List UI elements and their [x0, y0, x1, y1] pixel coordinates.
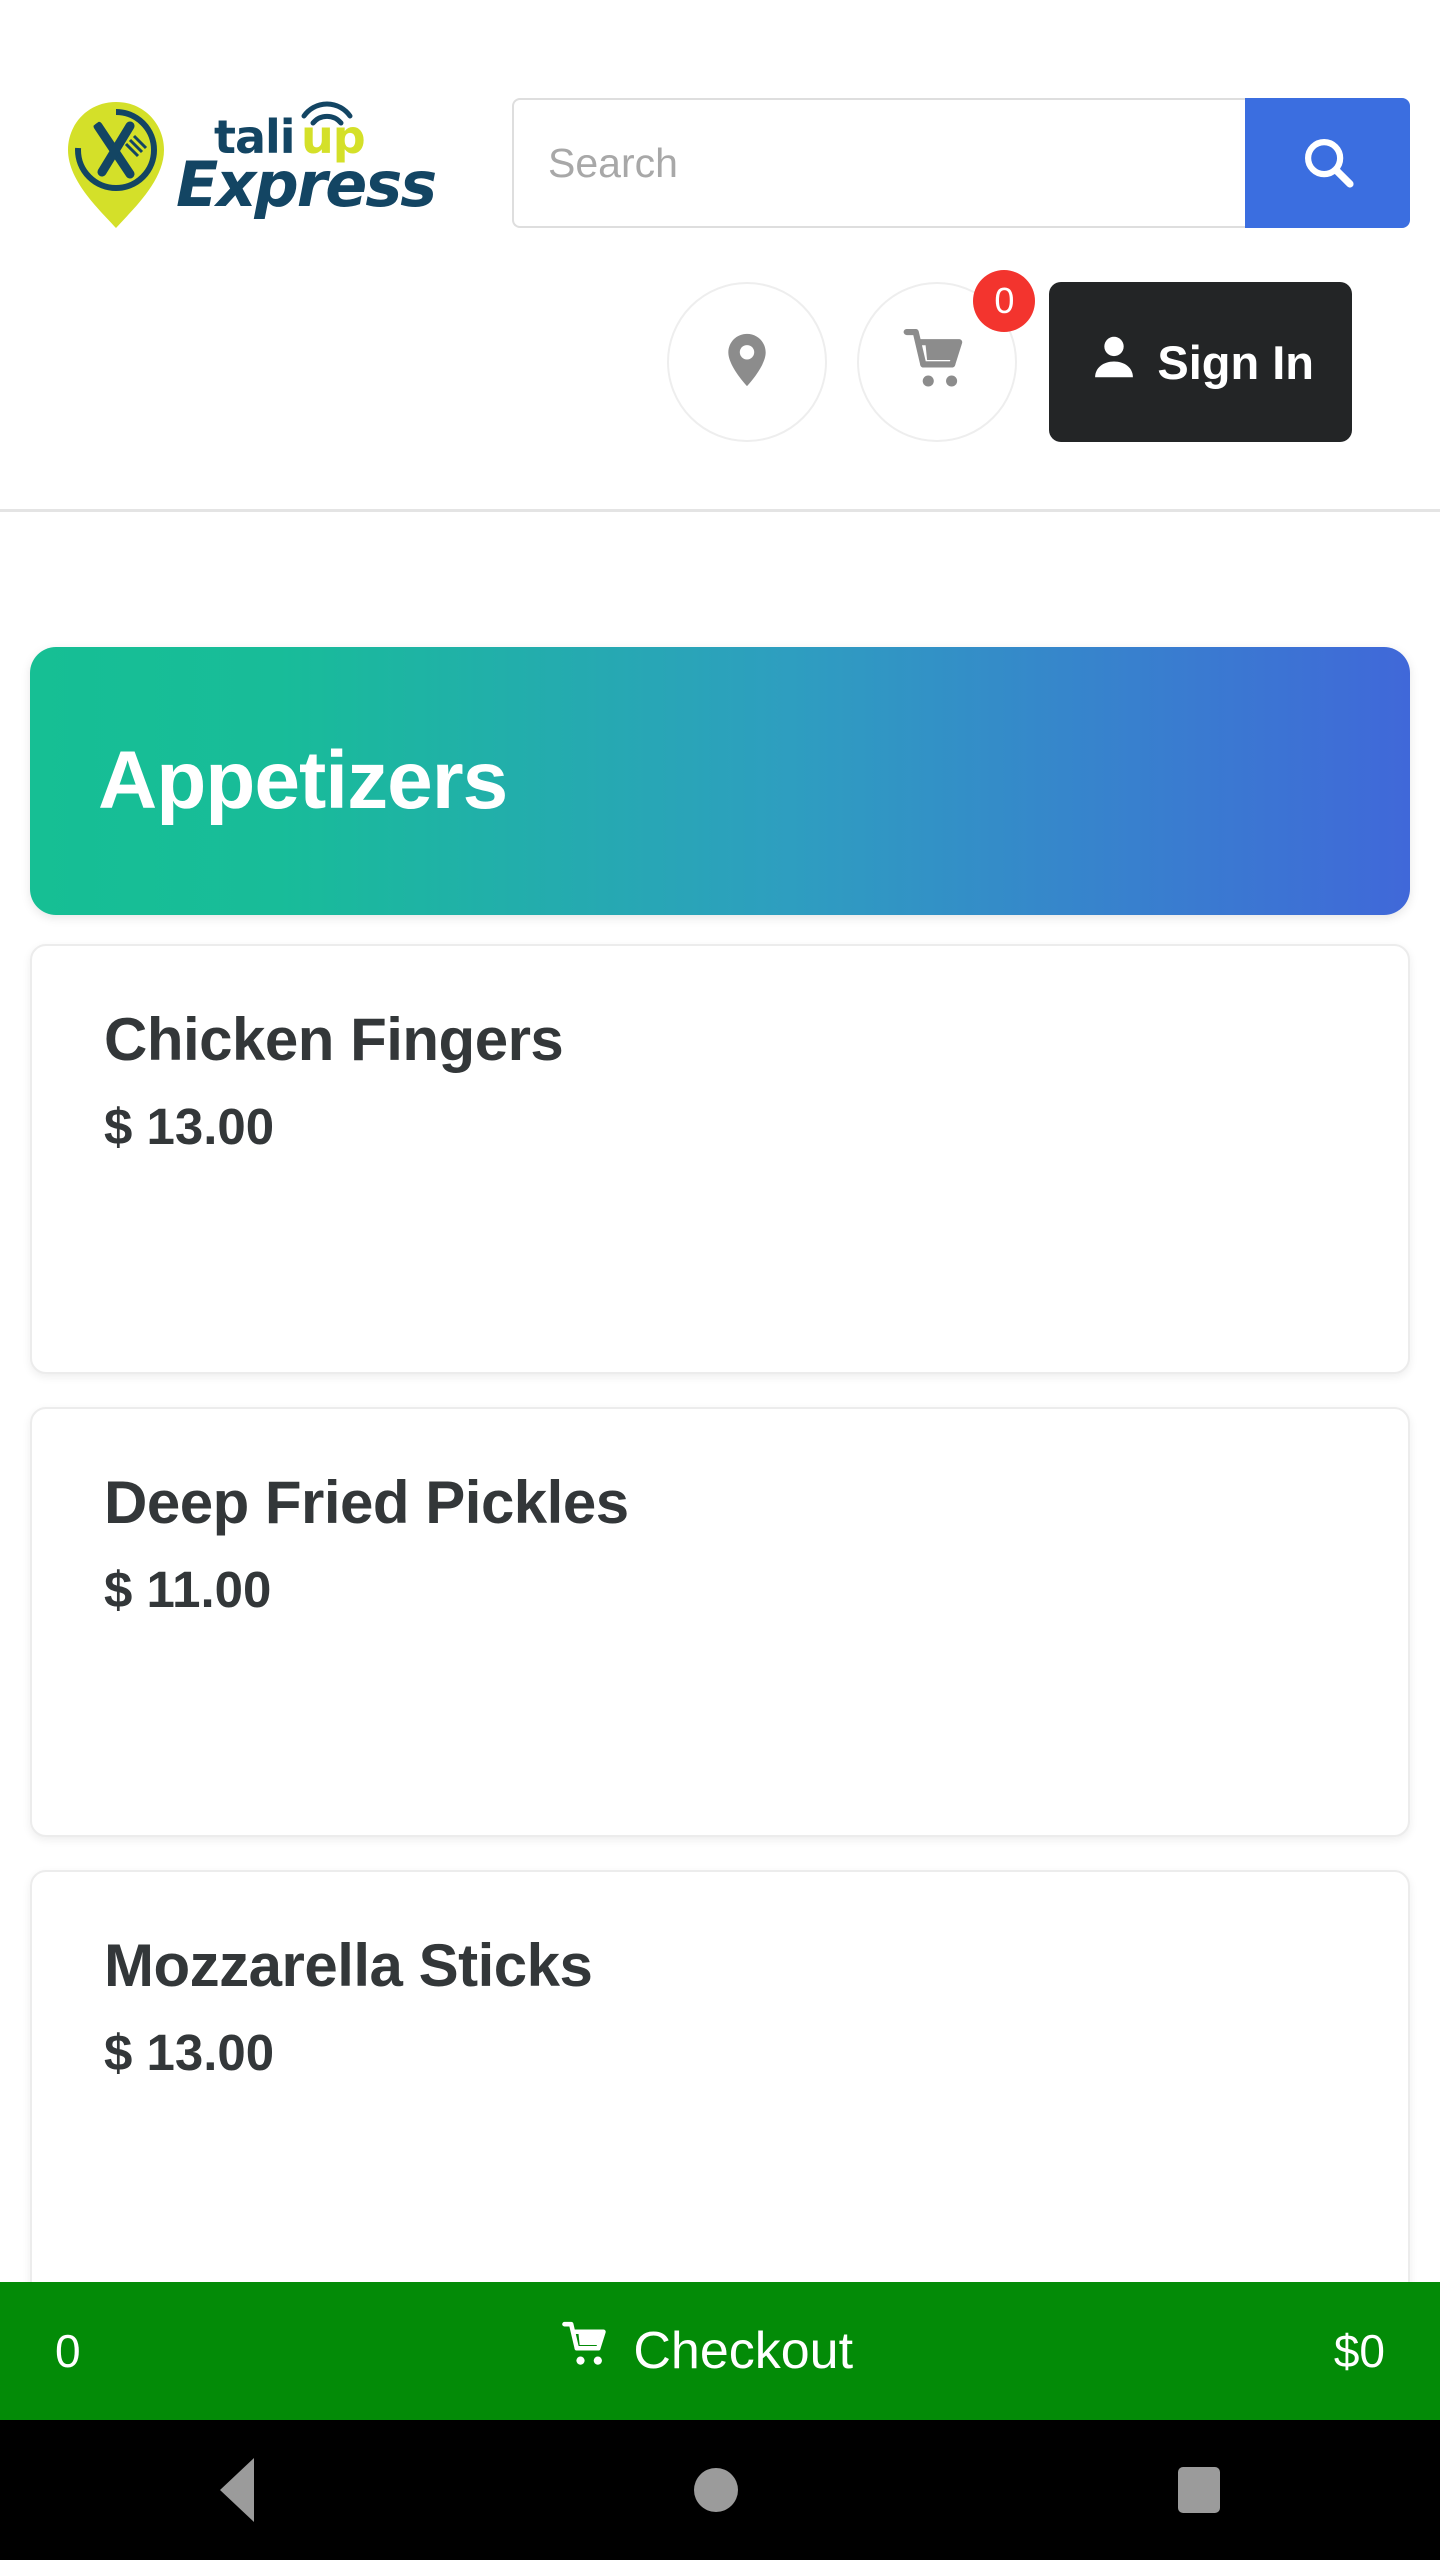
recents-square-icon[interactable] [1178, 2467, 1220, 2513]
category-title: Appetizers [98, 735, 508, 826]
checkout-center: Checkout [81, 2319, 1334, 2384]
logo-pin-icon [62, 100, 170, 230]
search-bar [512, 98, 1410, 228]
menu-item-price: $ 11.00 [104, 1561, 272, 1618]
logo-wordmark: tali up Express [176, 100, 437, 230]
location-button[interactable] [667, 282, 828, 442]
app-screen: tali up Express Search 0 Sign In Appetiz… [0, 0, 1440, 2560]
menu-item-name: Mozzarella Sticks [104, 1932, 593, 1999]
cart-badge: 0 [973, 270, 1036, 332]
checkout-bar[interactable]: 0 Checkout $0 [0, 2282, 1440, 2420]
menu-content: Appetizers Chicken Fingers $ 13.00 Deep … [0, 512, 1440, 2282]
brand-logo[interactable]: tali up Express [62, 95, 437, 235]
menu-item-card[interactable]: Chicken Fingers $ 13.00 [30, 944, 1410, 1374]
menu-item-name: Chicken Fingers [104, 1006, 564, 1073]
search-input[interactable] [512, 98, 1245, 228]
android-navigation-bar [0, 2420, 1440, 2560]
menu-item-price: $ 13.00 [104, 2024, 275, 2081]
cart-button-wrapper: 0 [857, 270, 1036, 442]
location-pin-icon [715, 328, 779, 397]
category-banner[interactable]: Appetizers [30, 647, 1410, 915]
person-icon [1087, 330, 1141, 395]
menu-item-card[interactable]: Mozzarella Sticks $ 13.00 [30, 1870, 1410, 2282]
shopping-cart-icon [561, 2319, 613, 2384]
menu-item-card[interactable]: Deep Fried Pickles $ 11.00 [30, 1407, 1410, 1837]
checkout-item-count: 0 [55, 2325, 81, 2377]
search-button[interactable] [1245, 98, 1410, 228]
search-icon [1297, 131, 1359, 196]
checkout-total: $0 [1333, 2325, 1385, 2377]
sign-in-button[interactable]: Sign In [1049, 282, 1352, 442]
shopping-cart-icon [902, 325, 972, 400]
sign-in-label: Sign In [1157, 335, 1314, 389]
menu-item-list: Chicken Fingers $ 13.00 Deep Fried Pickl… [0, 944, 1440, 2282]
back-triangle-icon[interactable] [220, 2458, 254, 2522]
home-circle-icon[interactable] [694, 2468, 738, 2512]
logo-text-express: Express [176, 148, 437, 221]
app-header: tali up Express Search 0 Sign In [0, 0, 1440, 512]
checkout-label: Checkout [633, 2322, 854, 2380]
header-actions: 0 Sign In [0, 270, 1440, 452]
menu-item-name: Deep Fried Pickles [104, 1469, 629, 1536]
menu-item-price: $ 13.00 [104, 1098, 275, 1155]
